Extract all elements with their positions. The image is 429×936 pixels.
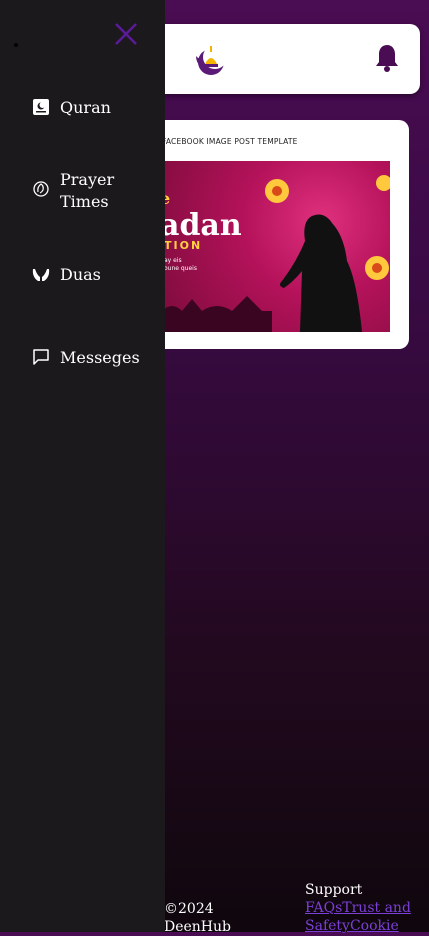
mosque-logo-icon: [196, 45, 227, 75]
drawer-item-messeges[interactable]: Messeges: [32, 347, 140, 369]
side-drawer: Quran Prayer Times Duas Messeges: [0, 0, 165, 932]
brand-name: DeenHub: [164, 919, 231, 935]
hands-icon: [32, 269, 50, 281]
drawer-item-quran[interactable]: Quran: [32, 97, 111, 119]
drawer-item-prayer-times[interactable]: Prayer Times: [32, 169, 142, 213]
bullet-dot: [14, 43, 18, 47]
copyright-year: ©2024: [164, 901, 214, 917]
book-icon: [33, 99, 49, 115]
card-caption: FACEBOOK IMAGE POST TEMPLATE: [162, 137, 298, 146]
close-icon[interactable]: [114, 22, 138, 46]
drawer-item-duas[interactable]: Duas: [32, 264, 101, 286]
prayer-icon: [33, 181, 49, 197]
drawer-item-label: Messeges: [60, 348, 140, 367]
poster-artwork: [162, 175, 390, 332]
message-icon: [33, 349, 49, 365]
footer-copyright: ©2024 DeenHub: [164, 900, 231, 936]
drawer-item-label: Duas: [60, 265, 101, 284]
featured-post-card[interactable]: FACEBOOK IMAGE POST TEMPLATE e adan TION…: [150, 120, 409, 349]
notification-bell-icon[interactable]: [374, 43, 400, 73]
faqs-link[interactable]: FAQs: [305, 900, 342, 916]
top-bar: [150, 24, 420, 94]
drawer-item-label: Prayer Times: [60, 170, 115, 211]
ramadan-poster-image: e adan TION ay eis oune queis: [162, 161, 390, 332]
footer-support: Support FAQsTrust and SafetyCookie: [305, 881, 425, 935]
drawer-item-label: Quran: [60, 98, 111, 117]
support-heading: Support: [305, 882, 363, 898]
